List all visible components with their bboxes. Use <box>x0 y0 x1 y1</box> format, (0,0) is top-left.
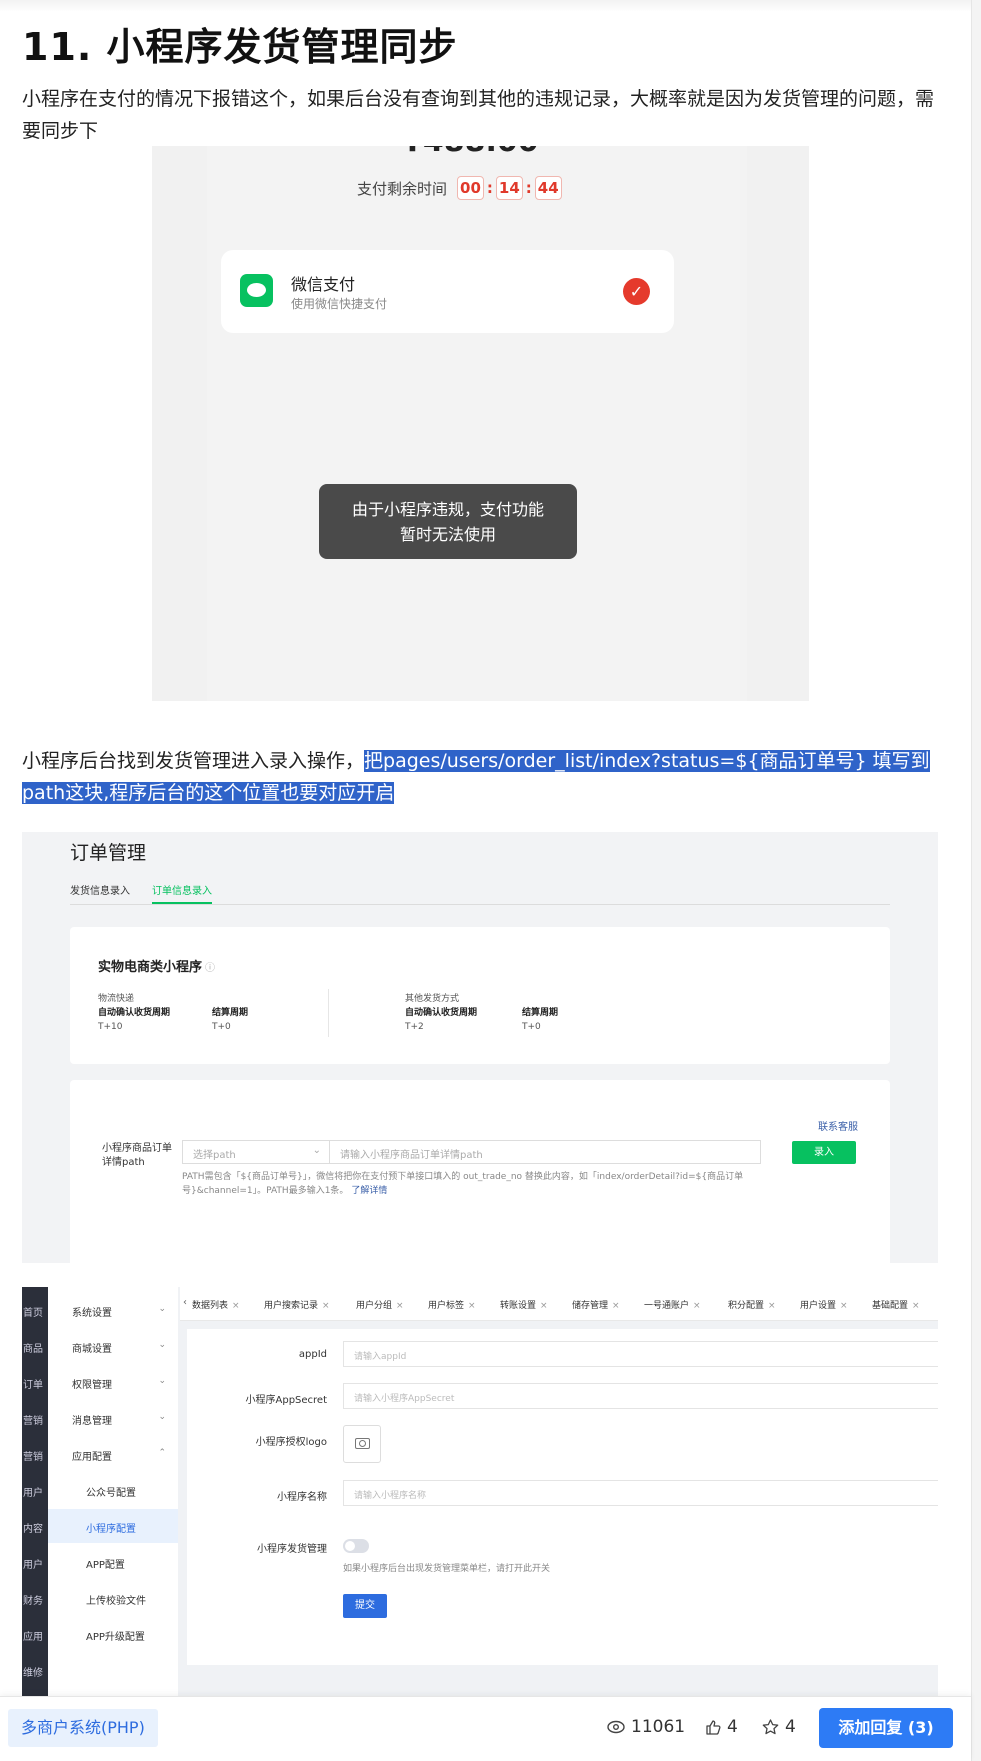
delivery-tip: 如果小程序后台出现发货管理菜单栏，请打开此开关 <box>343 1564 551 1574</box>
help-icon: ⓘ <box>205 963 216 974</box>
contact-service-link: 联系客服 <box>818 1122 858 1133</box>
pay-method-sub: 使用微信快捷支付 <box>291 297 388 311</box>
thumbs-up-icon <box>706 1720 721 1735</box>
instruction-paragraph: 小程序后台找到发货管理进入录入操作，把pages/users/order_lis… <box>22 745 942 809</box>
enter-button: 录入 <box>792 1141 856 1164</box>
chevron-down-icon: ⌄ <box>158 1340 166 1350</box>
order-management-title: 订单管理 <box>70 842 147 864</box>
logo-upload <box>343 1425 381 1463</box>
path-entry-card: 联系客服 小程序商品订单详情path 选择path ⌄ 请输入小程序商品订单详情p… <box>70 1080 890 1263</box>
path-select: 选择path ⌄ <box>182 1140 330 1164</box>
countdown-label: 支付剩余时间 <box>357 179 448 198</box>
card-title: 实物电商类小程序 ⓘ <box>98 960 216 975</box>
payment-amount: ¥488.00 <box>402 146 539 159</box>
countdown: 支付剩余时间 00 : 14 : 44 <box>357 176 564 200</box>
chevron-down-icon: ⌄ <box>158 1304 166 1314</box>
miniprogram-config-form: appId 请输入appId 小程序AppSecret 请输入小程序AppSec… <box>187 1329 938 1665</box>
wechat-pay-icon <box>240 274 273 307</box>
admin-config-screenshot: 首页 商品 订单 营销 营销 用户 内容 用户 财务 应用 维修 系统设置 ⌄ 商… <box>22 1287 938 1697</box>
intro-paragraph: 小程序在支付的情况下报错这个，如果后台没有查询到其他的违规记录，大概率就是因为发… <box>22 88 935 142</box>
view-count: 11061 <box>607 1717 685 1737</box>
eye-icon <box>607 1720 625 1734</box>
countdown-hours: 00 <box>457 176 484 200</box>
admin-sidebar-menu: 系统设置 ⌄ 商城设置 ⌄ 权限管理 ⌄ 消息管理 ⌄ 应用配置 ⌃ 公众号配置 小程序配… <box>48 1287 178 1697</box>
name-input: 请输入小程序名称 <box>343 1480 938 1506</box>
phone-background <box>207 146 747 701</box>
delivery-toggle <box>343 1539 369 1553</box>
chevron-up-icon: ⌃ <box>158 1448 166 1458</box>
star-icon <box>762 1719 779 1735</box>
top-shadow <box>0 0 981 12</box>
tab-delivery-info: 发货信息录入 <box>70 886 130 897</box>
divider <box>328 989 329 1037</box>
path-input: 请输入小程序商品订单详情path <box>329 1140 761 1164</box>
path-label: 小程序商品订单详情path <box>102 1143 172 1168</box>
order-tabs: 发货信息录入 订单信息录入 <box>70 882 890 905</box>
chevron-left-icon: ‹ <box>183 1297 187 1308</box>
appsecret-input: 请输入小程序AppSecret <box>343 1383 938 1409</box>
like-button[interactable]: 4 <box>705 1717 738 1737</box>
error-toast: 由于小程序违规，支付功能 暂时无法使用 <box>319 484 577 559</box>
other-settlement: 结算周期 T+0 <box>522 1008 559 1032</box>
admin-tab-bar: ‹ 数据列表 × 用户搜索记录 × 用户分组 × 用户标签 × 转账设置 × 储存管理 × … <box>180 1287 938 1321</box>
countdown-minutes: 14 <box>495 176 523 200</box>
instruction-text: 小程序后台找到发货管理进入录入操作， <box>22 750 365 772</box>
tab-order-info: 订单信息录入 <box>152 882 212 904</box>
toast-line-1: 由于小程序违规，支付功能 <box>351 500 544 519</box>
admin-dark-sidebar: 首页 商品 订单 营销 营销 用户 内容 用户 财务 应用 维修 <box>22 1287 48 1697</box>
other-delivery-column: 其他发货方式 自动确认收货周期 T+2 <box>405 994 478 1032</box>
check-icon: ✓ <box>623 278 650 305</box>
category-tag[interactable]: 多商户系统(PHP) <box>8 1709 158 1747</box>
path-help-text: PATH需包含「${商品订单号}」，微信将把你在支付预下单接口填入的 out_t… <box>182 1172 744 1196</box>
pay-method-name: 微信支付 <box>291 275 356 294</box>
chevron-down-icon: ⌄ <box>158 1376 166 1386</box>
chevron-down-icon: ⌄ <box>312 1145 321 1156</box>
section-heading: 11. 小程序发货管理同步 <box>22 25 458 69</box>
submit-button: 提交 <box>343 1594 387 1618</box>
wechat-pay-option: 微信支付 使用微信快捷支付 ✓ <box>221 250 674 333</box>
page: 11. 小程序发货管理同步 小程序在支付的情况下报错这个，如果后台没有查询到其他… <box>0 0 981 1761</box>
camera-icon <box>355 1438 370 1449</box>
scrollbar[interactable] <box>971 0 981 1761</box>
settlement-card: 实物电商类小程序 ⓘ 物流快递 自动确认收货周期 T+10 结算周期 T+0 其他… <box>70 927 890 1064</box>
payment-screenshot: ¥488.00 支付剩余时间 00 : 14 : 44 微信支付 使用微信快捷支… <box>152 146 809 701</box>
logistics-settlement: 结算周期 T+0 <box>212 1008 249 1032</box>
toast-line-2: 暂时无法使用 <box>399 525 496 544</box>
countdown-seconds: 44 <box>534 176 562 200</box>
favorite-button[interactable]: 4 <box>762 1717 796 1737</box>
footer-bar: 多商户系统(PHP) 11061 4 4 添加回复 (3) <box>0 1696 971 1761</box>
order-management-screenshot: 订单管理 发货信息录入 订单信息录入 实物电商类小程序 ⓘ 物流快递 自动确认收货… <box>22 832 938 1263</box>
appid-input: 请输入appId <box>343 1341 938 1367</box>
add-reply-button[interactable]: 添加回复 (3) <box>819 1708 953 1748</box>
chevron-down-icon: ⌄ <box>158 1412 166 1422</box>
logistics-column: 物流快递 自动确认收货周期 T+10 <box>98 994 171 1032</box>
